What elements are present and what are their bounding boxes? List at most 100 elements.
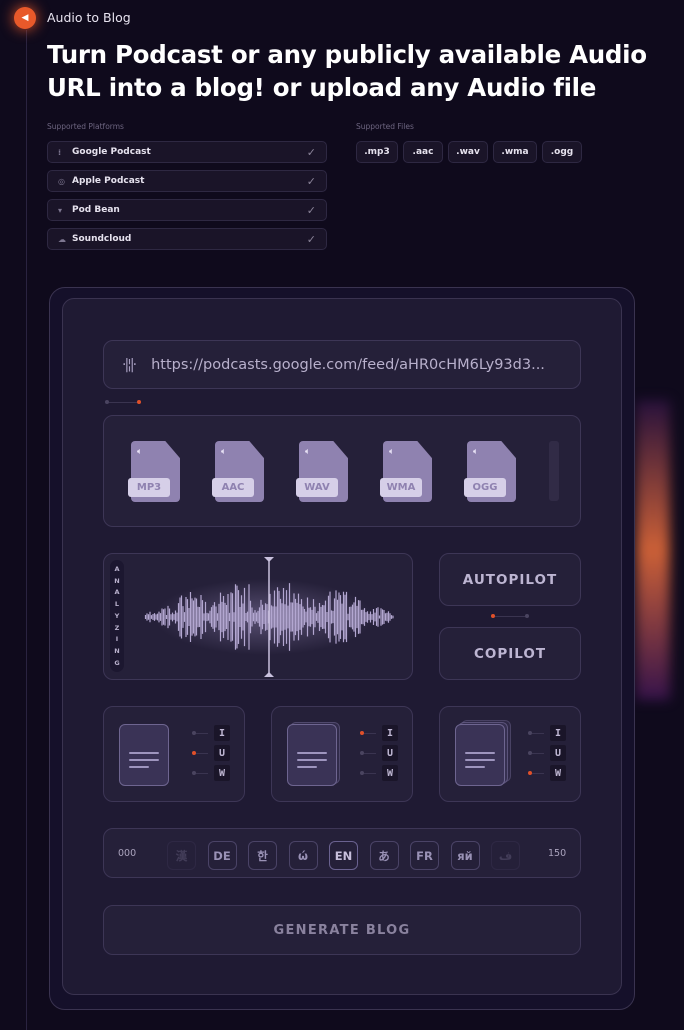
connector-line <box>364 752 376 754</box>
audio-file-icon: 🔈︎ OGG <box>464 441 516 502</box>
connector-line <box>196 732 208 734</box>
document-icon <box>287 724 337 786</box>
apple-podcast-icon: ◎ <box>58 176 65 186</box>
output-option-u[interactable]: U <box>192 745 230 761</box>
url-input[interactable]: ·|¦|· https://podcasts.google.com/feed/aH… <box>103 340 581 389</box>
language-1[interactable]: DE <box>207 841 237 870</box>
output-option-u[interactable]: U <box>528 745 566 761</box>
option-key: U <box>214 745 230 761</box>
option-key: I <box>550 725 566 741</box>
audio-file-icon: 🔈︎ WMA <box>380 441 432 502</box>
language-7[interactable]: яй <box>450 841 480 870</box>
option-key: U <box>382 745 398 761</box>
language-5[interactable]: あ <box>369 841 399 870</box>
document-card[interactable]: IUW <box>103 706 245 802</box>
format-tag: AAC <box>212 478 254 497</box>
connector-line <box>532 752 544 754</box>
language-2[interactable]: 한 <box>248 841 277 870</box>
platform-label: Apple Podcast <box>72 176 145 186</box>
file-chip: .wma <box>493 141 537 163</box>
language-4[interactable]: EN <box>329 841 358 870</box>
copilot-button[interactable]: COPILOT <box>439 627 581 680</box>
file-chip: .ogg <box>542 141 582 163</box>
file-icon-partial <box>549 441 559 501</box>
waveform-panel: ANALYZING <box>103 553 413 680</box>
connector-line <box>495 616 525 617</box>
audio-file-icon: 🔈︎ AAC <box>212 441 264 502</box>
autopilot-button[interactable]: AUTOPILOT <box>439 553 581 606</box>
speaker-icon: 🔈︎ <box>389 447 395 457</box>
check-icon: ✓ <box>306 145 316 159</box>
connector-line <box>196 772 208 774</box>
connector-line <box>109 402 137 403</box>
format-tag: WMA <box>380 478 422 497</box>
connector-line <box>532 772 544 774</box>
platform-google-podcast[interactable]: ⁞ Google Podcast ✓ <box>47 141 327 163</box>
format-tag: MP3 <box>128 478 170 497</box>
platform-label: Pod Bean <box>72 205 120 215</box>
document-icon <box>119 724 169 786</box>
platform-label: Soundcloud <box>72 234 132 244</box>
podbean-icon: ▾ <box>58 205 63 215</box>
audio-file-icon: 🔈︎ WAV <box>296 441 348 502</box>
url-value: https://podcasts.google.com/feed/aHR0cHM… <box>151 356 545 373</box>
speaker-icon: ◀ <box>14 7 36 29</box>
speaker-icon: 🔈︎ <box>221 447 227 457</box>
platform-soundcloud[interactable]: ☁ Soundcloud ✓ <box>47 228 327 250</box>
platform-apple-podcast[interactable]: ◎ Apple Podcast ✓ <box>47 170 327 192</box>
files-label: Supported Files <box>356 122 414 131</box>
output-option-i[interactable]: I <box>192 725 230 741</box>
connector-line <box>196 752 208 754</box>
timeline-line <box>26 30 27 1030</box>
check-icon: ✓ <box>306 174 316 188</box>
format-tag: OGG <box>464 478 506 497</box>
audio-file-icon: 🔈︎ MP3 <box>128 441 180 502</box>
speaker-icon: 🔈︎ <box>137 447 143 457</box>
connector-line <box>364 732 376 734</box>
platform-label: Google Podcast <box>72 147 151 157</box>
connector-dot <box>525 614 529 618</box>
output-option-i[interactable]: I <box>528 725 566 741</box>
output-option-w[interactable]: W <box>192 765 230 781</box>
language-6[interactable]: FR <box>410 841 439 870</box>
connector-line <box>364 772 376 774</box>
language-selector: 000 150 漢 DE 한 ώ EN あ FR яй ف <box>103 828 581 878</box>
platform-pod-bean[interactable]: ▾ Pod Bean ✓ <box>47 199 327 221</box>
range-end: 150 <box>548 848 567 859</box>
check-icon: ✓ <box>306 203 316 217</box>
speaker-icon: 🔈︎ <box>473 447 479 457</box>
option-key: I <box>382 725 398 741</box>
file-chip: .aac <box>403 141 443 163</box>
document-card[interactable]: IUW <box>271 706 413 802</box>
range-start: 000 <box>118 848 137 859</box>
file-chip: .mp3 <box>356 141 398 163</box>
waveform <box>144 557 394 677</box>
side-glow <box>636 400 670 700</box>
output-option-u[interactable]: U <box>360 745 398 761</box>
document-icon <box>455 724 505 786</box>
document-card[interactable]: IUW <box>439 706 581 802</box>
connector-line <box>532 732 544 734</box>
google-podcast-icon: ⁞ <box>58 147 62 157</box>
language-0[interactable]: 漢 <box>167 841 196 870</box>
generate-blog-button[interactable]: GENERATE BLOG <box>103 905 581 955</box>
google-podcast-icon: ·|¦|· <box>122 356 137 373</box>
soundcloud-icon: ☁ <box>58 234 66 244</box>
platforms-label: Supported Platforms <box>47 122 124 131</box>
connector-dot-active <box>137 400 141 404</box>
page-title: Turn Podcast or any publicly available A… <box>47 40 647 102</box>
language-8[interactable]: ف <box>491 841 520 870</box>
output-option-w[interactable]: W <box>528 765 566 781</box>
check-icon: ✓ <box>306 232 316 246</box>
speaker-icon: 🔈︎ <box>305 447 311 457</box>
format-tag: WAV <box>296 478 338 497</box>
option-key: W <box>550 765 566 781</box>
file-chip: .wav <box>448 141 488 163</box>
output-option-w[interactable]: W <box>360 765 398 781</box>
option-key: U <box>550 745 566 761</box>
output-option-i[interactable]: I <box>360 725 398 741</box>
app-title: Audio to Blog <box>47 10 131 25</box>
language-3[interactable]: ώ <box>288 841 318 870</box>
option-key: W <box>214 765 230 781</box>
option-key: I <box>214 725 230 741</box>
